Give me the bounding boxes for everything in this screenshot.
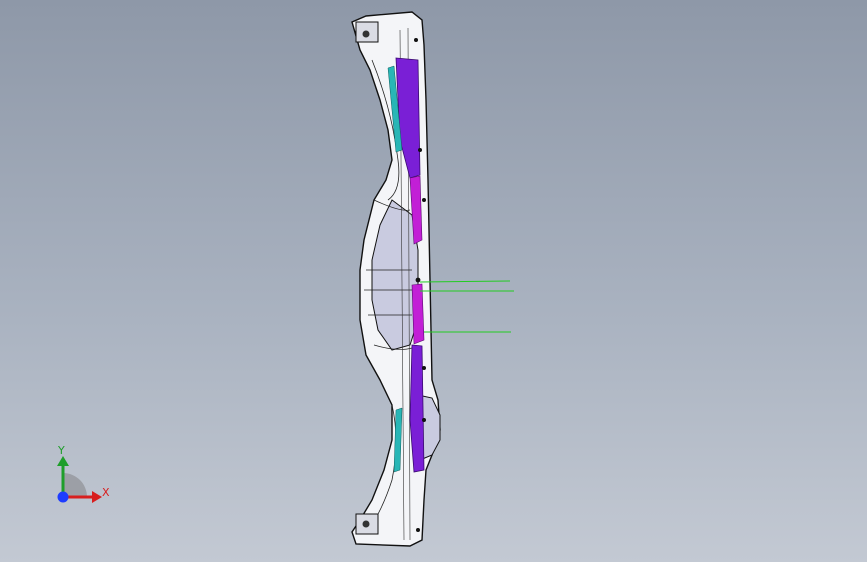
bumper-model[interactable] [0, 0, 867, 562]
axis-triad: Y X [40, 440, 120, 510]
bottom-bracket-hole [362, 520, 370, 528]
green-leader-lines [419, 280, 514, 333]
graphics-viewport[interactable]: Y X [0, 0, 867, 562]
lower-magenta-strip [411, 283, 425, 345]
top-bracket-hole [362, 30, 370, 38]
x-axis-label: X [102, 486, 110, 499]
leader-line-1 [419, 280, 511, 283]
triad-graphic [57, 456, 102, 503]
z-axis-dot-icon [57, 491, 69, 503]
y-axis-label: Y [58, 444, 65, 457]
